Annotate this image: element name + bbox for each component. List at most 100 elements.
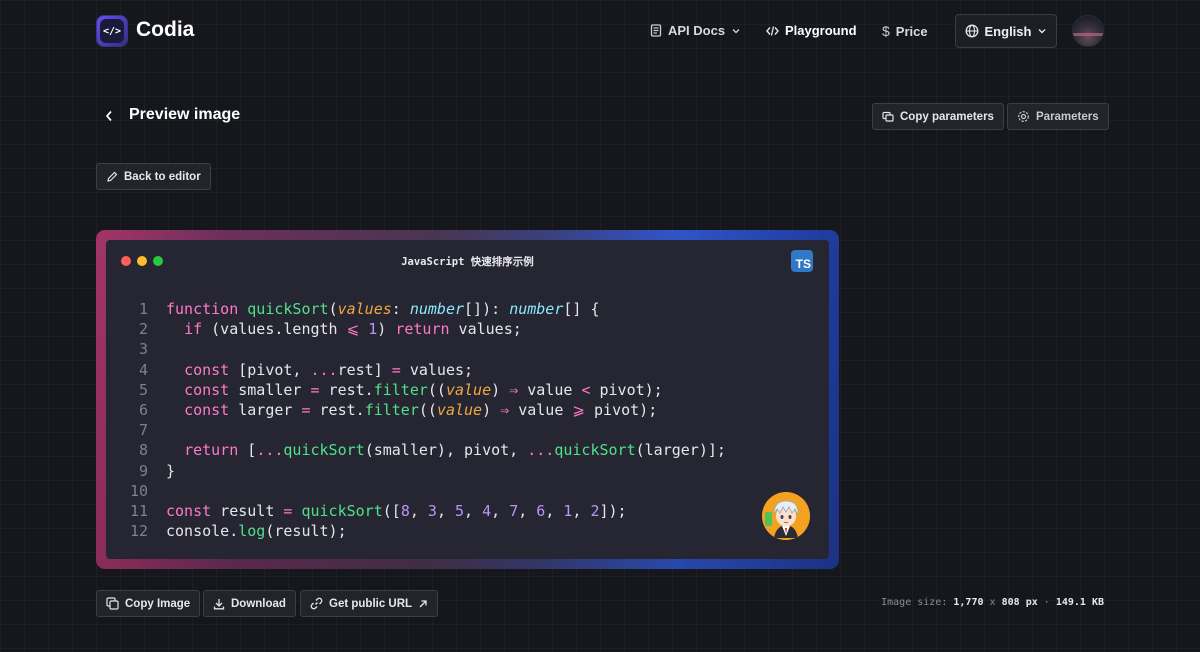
code-token: ⇒ [509,380,519,399]
code-token: : [391,300,410,318]
nav-playground[interactable]: Playground [766,23,857,38]
top-navigation: </> Codia API Docs Playground $ Price En… [0,0,1200,64]
globe-icon [965,24,978,38]
code-token: = [391,360,401,379]
code-token: [] { [563,300,600,318]
code-token: ⩽ [346,320,360,339]
code-token: 2 [590,501,600,520]
image-size-label: Image size: [881,597,948,608]
code-token: , [572,501,591,520]
code-token: number [409,300,465,318]
code-token: ]); [599,501,627,520]
code-token: (result); [265,522,347,541]
back-to-editor-button[interactable]: Back to editor [96,163,211,190]
code-token: = [301,400,311,419]
code-token: , [545,501,564,520]
image-width: 1,770 [953,597,984,608]
brand-name[interactable]: Codia [136,18,194,42]
parameters-label: Parameters [1036,110,1099,123]
code-line: 12 console.log(result); [106,521,829,541]
download-button[interactable]: Download [203,590,296,617]
code-token: [pivot, [229,360,311,379]
nav-api-docs-label: API Docs [668,23,726,38]
line-number: 11 [129,501,148,520]
user-avatar[interactable] [1072,15,1104,47]
image-unit: px [1025,597,1038,608]
page-title: Preview image [129,106,241,123]
code-token: if [184,320,203,339]
code-line: 7 [106,420,829,440]
line-source: } [166,461,175,481]
code-token: function [166,300,248,318]
code-brackets-icon: </> [100,19,124,43]
parameters-button[interactable]: Parameters [1007,103,1109,130]
copy-icon [106,597,119,610]
code-token: ⇒ [500,400,510,419]
language-label: English [984,23,1032,39]
chevron-down-icon [732,28,740,33]
back-to-editor-label: Back to editor [124,170,201,183]
mascot-avatar [762,492,810,540]
code-token: quickSort [554,441,636,460]
nav-price[interactable]: $ Price [882,23,928,39]
line-source: function quickSort(values: number[]): nu… [166,299,600,319]
code-token: const [184,380,230,399]
code-line: 2 if (values.length ⩽ 1) return values; [106,319,829,339]
line-number: 8 [138,441,148,460]
code-token: values; [400,360,474,379]
code-token: (larger)]; [635,441,726,460]
code-token: log [238,522,266,541]
arrow-up-right-icon [419,599,427,607]
language-selector[interactable]: English [955,14,1057,48]
code-token: value [445,380,492,399]
nav-api-docs[interactable]: API Docs [650,23,741,38]
copy-parameters-label: Copy parameters [900,110,994,123]
code-token: } [166,461,176,480]
chevron-left-icon[interactable] [102,108,116,124]
line-number: 9 [138,461,148,480]
get-public-url-label: Get public URL [329,597,413,610]
typescript-badge: TS [791,250,813,272]
code-line: 11 const result = quickSort([8, 3, 5, 4, … [106,501,829,521]
copy-params-icon [882,111,894,122]
code-token: , [409,501,428,520]
line-number: 2 [138,320,148,339]
code-line: 4 const [pivot, ...rest] = values; [106,360,829,380]
line-source: return [...quickSort(smaller), pivot, ..… [166,440,726,460]
code-token: (values.length [202,320,347,339]
dollar-icon: $ [882,23,890,39]
code-token: 8 [400,501,410,520]
code-token: [ [238,441,257,460]
line-number: 4 [138,360,148,379]
codia-logo[interactable]: </> [96,15,128,47]
code-token: rest] [337,360,392,379]
line-number: 10 [129,481,148,500]
line-source: if (values.length ⩽ 1) return values; [166,319,522,339]
code-token: rest. [310,400,365,419]
code-icon [766,25,779,36]
copy-parameters-button[interactable]: Copy parameters [872,103,1004,130]
chevron-down-icon [1038,29,1046,34]
code-line: 5 const smaller = rest.filter((value) ⇒ … [106,380,829,400]
get-public-url-button[interactable]: Get public URL [300,590,439,617]
code-token: pivot); [584,400,658,419]
code-token: filter [373,380,428,399]
line-number: 5 [138,380,148,399]
line-source: const larger = rest.filter((value) ⇒ val… [166,400,657,420]
code-token: smaller [229,380,311,399]
code-token: values; [449,320,522,339]
copy-image-button[interactable]: Copy Image [96,590,201,617]
mascot-icon [762,492,810,540]
code-line: 3 [106,339,829,359]
code-token: , [464,501,483,520]
code-line: 8 return [...quickSort(smaller), pivot, … [106,440,829,460]
line-source: const [pivot, ...rest] = values; [166,360,473,380]
image-size-info: Image size: 1,770 x 808 px · 149.1 KB [881,597,1104,608]
code-token: , [491,501,510,520]
code-token: 5 [455,501,465,520]
file-size: 149.1 KB [1055,597,1104,608]
code-token: quickSort [301,501,383,520]
code-token: 7 [509,501,519,520]
